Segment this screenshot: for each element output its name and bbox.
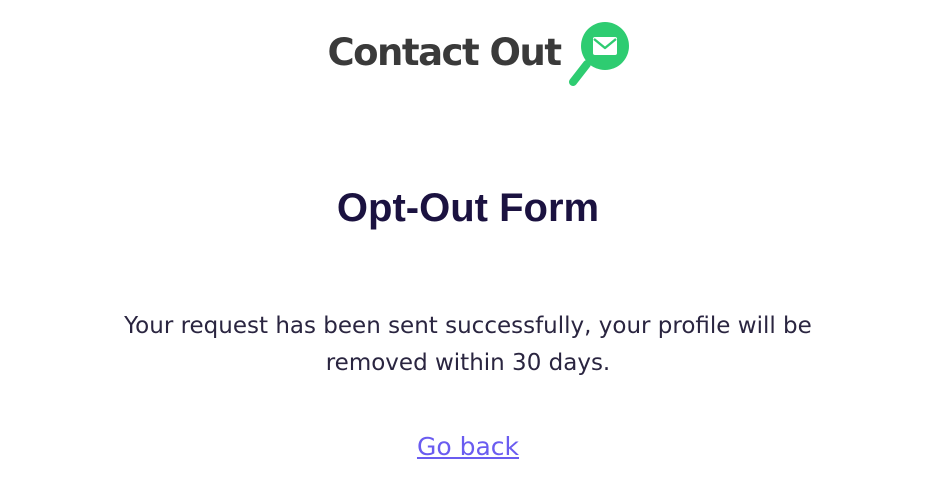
success-message-line-2: removed within 30 days.: [325, 350, 611, 376]
success-message-line-1: Your request has been sent successfully,…: [124, 313, 812, 339]
go-back-container: Go back: [0, 432, 936, 461]
header: Contact Out: [0, 14, 936, 90]
opt-out-confirmation-page: Contact Out Opt-Out Form Your request ha…: [0, 0, 936, 480]
go-back-link[interactable]: Go back: [417, 432, 519, 461]
contactout-logo: Contact Out: [327, 14, 638, 90]
logo-text: Contact Out: [327, 30, 562, 74]
page-title: Opt-Out Form: [336, 186, 600, 230]
success-message: Your request has been sent successfully,…: [0, 308, 936, 382]
magnifier-envelope-icon: [568, 22, 629, 86]
